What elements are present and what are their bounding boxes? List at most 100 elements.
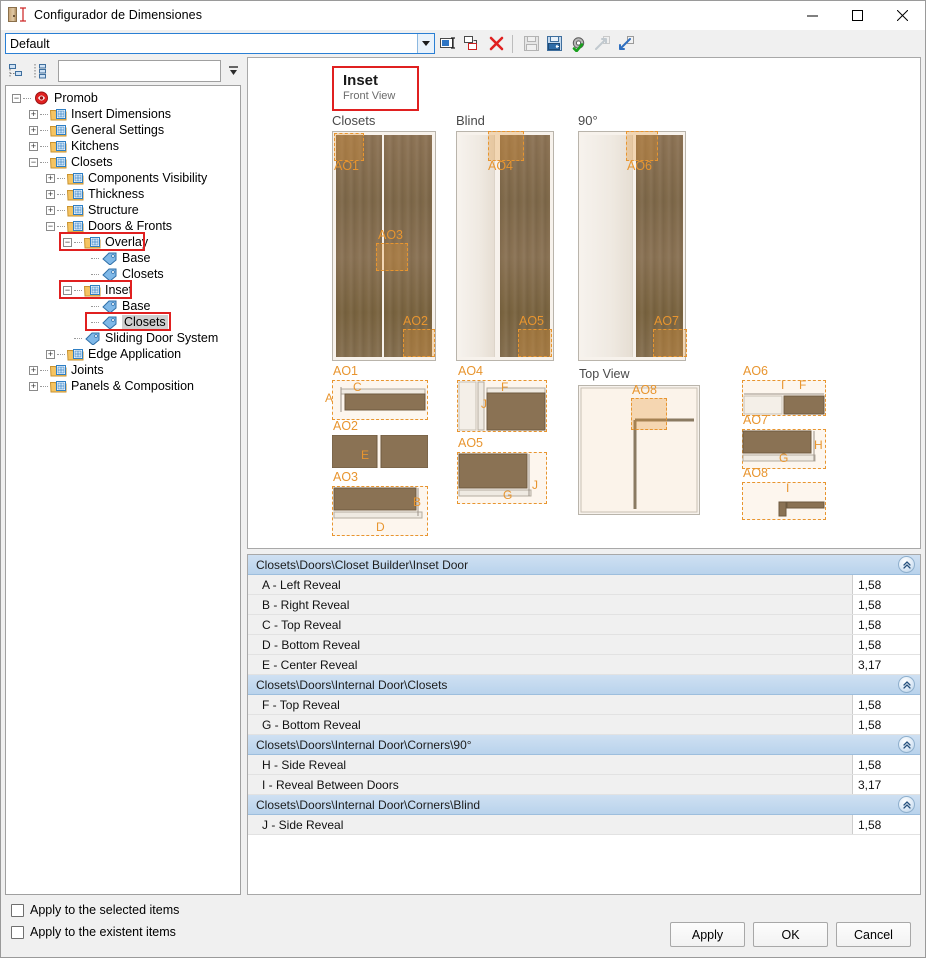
chevron-double-up-icon[interactable] — [898, 796, 915, 813]
property-label: E - Center Reveal — [262, 657, 358, 672]
property-row[interactable]: G - Bottom Reveal 1,58 — [248, 715, 920, 735]
property-group-header[interactable]: Closets\Doors\Internal Door\Corners\Blin… — [248, 795, 920, 815]
property-row[interactable]: H - Side Reveal 1,58 — [248, 755, 920, 775]
tree-connector — [74, 337, 82, 339]
minimize-button[interactable] — [790, 1, 835, 30]
property-value-field[interactable]: 1,58 — [852, 575, 920, 594]
expand-all-button[interactable] — [30, 60, 52, 82]
property-value-field[interactable]: 1,58 — [852, 695, 920, 714]
callout-AO4-region — [488, 131, 524, 161]
tree-node-doors-fronts-8[interactable]: − Doors & Fronts — [6, 218, 240, 234]
property-row[interactable]: J - Side Reveal 1,58 — [248, 815, 920, 835]
configuration-combo[interactable]: Default — [5, 33, 435, 54]
delete-configuration-button[interactable] — [485, 33, 507, 55]
chevron-double-up-icon[interactable] — [898, 676, 915, 693]
property-value-field[interactable]: 3,17 — [852, 775, 920, 794]
tree-node-promob-0[interactable]: − Promob — [6, 90, 240, 106]
filter-dropdown-icon[interactable] — [225, 60, 241, 82]
rename-configuration-button[interactable] — [437, 33, 459, 55]
detail-AO3-letter-B: B — [413, 495, 422, 509]
property-value-field[interactable]: 1,58 — [852, 755, 920, 774]
expand-icon[interactable]: + — [29, 381, 38, 391]
checkbox-existent-items[interactable] — [11, 925, 24, 939]
detail-AO5-label: AO5 — [458, 436, 484, 450]
export-arrow-icon — [595, 36, 610, 50]
tree-node-label: Closets — [71, 155, 113, 169]
checkbox-row[interactable]: Apply to the existent items — [11, 925, 179, 939]
tree-node-base-13[interactable]: Base — [6, 298, 240, 314]
expand-icon[interactable]: + — [46, 349, 55, 359]
chevron-double-up-icon[interactable] — [898, 736, 915, 753]
expand-icon[interactable]: + — [46, 173, 55, 183]
tree-node-sliding-door-system-15[interactable]: Sliding Door System — [6, 330, 240, 346]
property-value-field[interactable]: 3,17 — [852, 655, 920, 674]
checkbox-selected-items[interactable] — [11, 903, 24, 917]
folder-icon — [66, 219, 84, 233]
export-button[interactable] — [592, 33, 614, 55]
property-row[interactable]: I - Reveal Between Doors 3,17 — [248, 775, 920, 795]
configuration-tree[interactable]: − Promob + Insert Dimensions + General Settin… — [5, 85, 241, 895]
callout-AO6-label: AO6 — [627, 159, 653, 173]
property-row[interactable]: F - Top Reveal 1,58 — [248, 695, 920, 715]
tree-node-closets-11[interactable]: Closets — [6, 266, 240, 282]
tree-node-base-10[interactable]: Base — [6, 250, 240, 266]
property-value-field[interactable]: 1,58 — [852, 615, 920, 634]
property-group-header[interactable]: Closets\Doors\Closet Builder\Inset Door — [248, 555, 920, 575]
save-button[interactable] — [520, 33, 542, 55]
property-value-field[interactable]: 1,58 — [852, 595, 920, 614]
tree-node-closets-4[interactable]: − Closets — [6, 154, 240, 170]
save-as-button[interactable] — [544, 33, 566, 55]
apply-button[interactable]: Apply — [670, 922, 745, 947]
tree-node-structure-7[interactable]: + Structure — [6, 202, 240, 218]
expand-icon[interactable]: + — [29, 365, 38, 375]
tree-node-kitchens-3[interactable]: + Kitchens — [6, 138, 240, 154]
ok-button[interactable]: OK — [753, 922, 828, 947]
tree-node-edge-application-16[interactable]: + Edge Application — [6, 346, 240, 362]
property-value-field[interactable]: 1,58 — [852, 815, 920, 834]
tree-node-overlay-9[interactable]: − Overlay — [6, 232, 240, 251]
cancel-button[interactable]: Cancel — [836, 922, 911, 947]
import-button[interactable] — [616, 33, 638, 55]
property-group-header[interactable]: Closets\Doors\Internal Door\Corners\90° — [248, 735, 920, 755]
tree-node-general-settings-2[interactable]: + General Settings — [6, 122, 240, 138]
expand-icon[interactable]: + — [29, 141, 38, 151]
collapse-all-button[interactable] — [5, 60, 27, 82]
collapse-icon[interactable]: − — [46, 221, 55, 231]
detail-AO3-letter-D: D — [376, 520, 385, 534]
tree-node-inset-12[interactable]: − Inset — [6, 280, 240, 299]
property-value-field[interactable]: 1,58 — [852, 635, 920, 654]
collapse-icon[interactable]: − — [63, 237, 72, 247]
expand-icon[interactable]: + — [46, 205, 55, 215]
duplicate-configuration-button[interactable] — [461, 33, 483, 55]
tree-node-components-visibility-5[interactable]: + Components Visibility — [6, 170, 240, 186]
checkbox-row[interactable]: Apply to the selected items — [11, 903, 179, 917]
expand-icon[interactable]: + — [29, 125, 38, 135]
property-grid[interactable]: Closets\Doors\Closet Builder\Inset Door A… — [247, 554, 921, 895]
property-group-header[interactable]: Closets\Doors\Internal Door\Closets — [248, 675, 920, 695]
column-label-closets: Closets — [332, 113, 376, 128]
property-row[interactable]: E - Center Reveal 3,17 — [248, 655, 920, 675]
property-row[interactable]: B - Right Reveal 1,58 — [248, 595, 920, 615]
property-row[interactable]: D - Bottom Reveal 1,58 — [248, 635, 920, 655]
property-row[interactable]: C - Top Reveal 1,58 — [248, 615, 920, 635]
tree-search-input[interactable] — [58, 60, 222, 82]
property-row[interactable]: A - Left Reveal 1,58 — [248, 575, 920, 595]
chevron-double-up-icon[interactable] — [898, 556, 915, 573]
collapse-icon[interactable]: − — [29, 157, 38, 167]
collapse-icon[interactable]: − — [63, 285, 72, 295]
gear-check-icon — [572, 36, 584, 52]
tree-node-closets-14[interactable]: Closets — [6, 312, 240, 331]
chevron-down-icon[interactable] — [417, 34, 434, 53]
maximize-button[interactable] — [835, 1, 880, 30]
tree-node-insert-dimensions-1[interactable]: + Insert Dimensions — [6, 106, 240, 122]
settings-apply-button[interactable] — [568, 33, 590, 55]
expand-icon[interactable]: + — [29, 109, 38, 119]
tree-node-joints-17[interactable]: + Joints — [6, 362, 240, 378]
expand-icon[interactable]: + — [46, 189, 55, 199]
tree-node-thickness-6[interactable]: + Thickness — [6, 186, 240, 202]
close-button[interactable] — [880, 1, 925, 30]
tree-node-panels-composition-18[interactable]: + Panels & Composition — [6, 378, 240, 394]
property-value-field[interactable]: 1,58 — [852, 715, 920, 734]
collapse-icon[interactable]: − — [12, 93, 21, 103]
